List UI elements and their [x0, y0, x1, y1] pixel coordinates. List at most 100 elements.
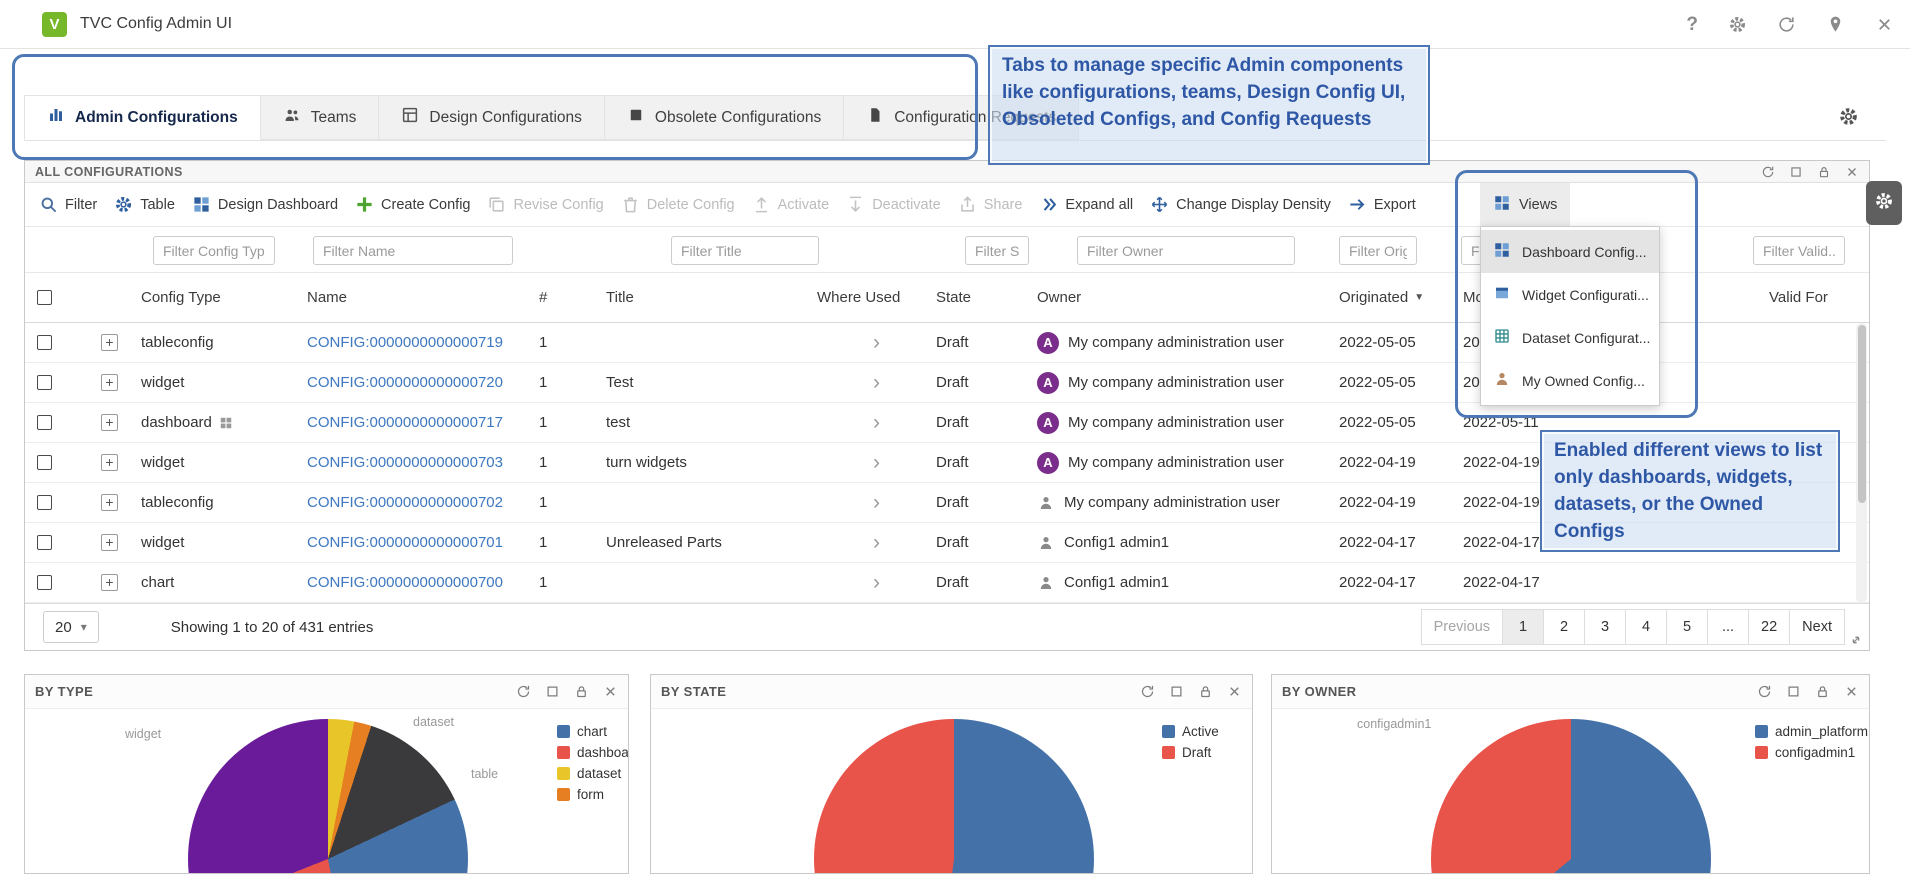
expand-row-icon[interactable]: + — [101, 454, 118, 471]
legend-item[interactable]: Active — [1162, 721, 1219, 742]
maximize-icon[interactable] — [545, 684, 560, 699]
column-name[interactable]: Name — [307, 289, 539, 306]
deactivate-button[interactable]: Deactivate — [846, 195, 941, 214]
close-icon[interactable] — [1845, 165, 1859, 179]
refresh-icon[interactable] — [1140, 684, 1155, 699]
where-used-chevron-icon[interactable]: › — [817, 494, 936, 512]
filter-name-input[interactable] — [313, 236, 513, 265]
design-dashboard-button[interactable]: Design Dashboard — [192, 195, 338, 214]
maximize-icon[interactable] — [1169, 684, 1184, 699]
legend-item[interactable]: form — [557, 784, 628, 805]
previous-page-button[interactable]: Previous — [1421, 609, 1503, 645]
tab-obsolete-configurations[interactable]: Obsolete Configurations — [605, 95, 844, 140]
page-button[interactable]: 5 — [1667, 609, 1708, 645]
activate-button[interactable]: Activate — [752, 195, 830, 214]
legend-item[interactable]: chart — [557, 721, 628, 742]
scrollbar-thumb[interactable] — [1858, 325, 1866, 503]
change-display-density-button[interactable]: Change Display Density — [1150, 195, 1331, 214]
maximize-icon[interactable] — [1789, 165, 1803, 179]
pie-by-state[interactable] — [814, 719, 1094, 873]
table-row[interactable]: + dashboard CONFIG:0000000000000717 1 te… — [25, 403, 1869, 443]
filter-title-input[interactable] — [671, 236, 819, 265]
export-button[interactable]: Export — [1348, 195, 1416, 214]
expand-row-icon[interactable]: + — [101, 334, 118, 351]
table-row[interactable]: + widget CONFIG:0000000000000703 1 turn … — [25, 443, 1869, 483]
create-config-button[interactable]: Create Config — [355, 195, 470, 214]
filter-button[interactable]: Filter — [39, 195, 97, 214]
next-page-button[interactable]: Next — [1790, 609, 1845, 645]
where-used-chevron-icon[interactable]: › — [817, 574, 936, 592]
share-button[interactable]: Share — [958, 195, 1023, 214]
row-checkbox[interactable] — [37, 455, 52, 470]
pie-by-owner[interactable] — [1431, 719, 1711, 873]
select-all-checkbox[interactable] — [37, 290, 52, 305]
expand-row-icon[interactable]: + — [101, 574, 118, 591]
config-name-link[interactable]: CONFIG:0000000000000701 — [307, 534, 503, 551]
column-where-used[interactable]: Where Used — [817, 289, 936, 306]
column-config-type[interactable]: Config Type — [141, 289, 307, 306]
config-name-link[interactable]: CONFIG:0000000000000717 — [307, 414, 503, 431]
refresh-icon[interactable] — [1761, 165, 1775, 179]
page-button[interactable]: 22 — [1749, 609, 1790, 645]
expand-row-icon[interactable]: + — [101, 494, 118, 511]
filter-valid-input[interactable] — [1753, 236, 1845, 265]
config-name-link[interactable]: CONFIG:0000000000000702 — [307, 494, 503, 511]
config-name-link[interactable]: CONFIG:0000000000000720 — [307, 374, 503, 391]
column-originated[interactable]: Originated▼ — [1339, 289, 1463, 306]
column-count[interactable]: # — [539, 289, 606, 306]
filter-originated-input[interactable] — [1339, 236, 1417, 265]
expand-row-icon[interactable]: + — [101, 534, 118, 551]
row-checkbox[interactable] — [37, 415, 52, 430]
row-checkbox[interactable] — [37, 535, 52, 550]
config-name-link[interactable]: CONFIG:0000000000000700 — [307, 574, 503, 591]
refresh-icon[interactable] — [1757, 684, 1772, 699]
menu-item-widget-configurations[interactable]: Widget Configurati... — [1481, 273, 1659, 316]
tab-teams[interactable]: Teams — [261, 95, 380, 140]
column-state[interactable]: State — [936, 289, 1037, 306]
row-checkbox[interactable] — [37, 575, 52, 590]
close-icon[interactable] — [1844, 684, 1859, 699]
revise-config-button[interactable]: Revise Config — [487, 195, 603, 214]
row-checkbox[interactable] — [37, 375, 52, 390]
page-size-select[interactable]: 20 ▾ — [43, 611, 99, 643]
lock-icon[interactable] — [1198, 684, 1213, 699]
row-checkbox[interactable] — [37, 335, 52, 350]
refresh-icon[interactable] — [516, 684, 531, 699]
where-used-chevron-icon[interactable]: › — [817, 334, 936, 352]
close-icon[interactable] — [1875, 15, 1894, 34]
legend-item[interactable]: Draft — [1162, 742, 1219, 763]
help-icon[interactable]: ? — [1686, 14, 1698, 36]
legend-item[interactable]: dataset — [557, 763, 628, 784]
column-title[interactable]: Title — [606, 289, 817, 306]
filter-config-type-input[interactable] — [153, 236, 275, 265]
where-used-chevron-icon[interactable]: › — [817, 454, 936, 472]
page-button[interactable]: 2 — [1544, 609, 1585, 645]
expand-row-icon[interactable]: + — [101, 414, 118, 431]
lock-icon[interactable] — [1817, 165, 1831, 179]
maximize-icon[interactable] — [1786, 684, 1801, 699]
resize-handle-icon[interactable] — [1848, 632, 1864, 648]
expand-row-icon[interactable]: + — [101, 374, 118, 391]
where-used-chevron-icon[interactable]: › — [817, 414, 936, 432]
lock-icon[interactable] — [1815, 684, 1830, 699]
page-settings-gear-icon[interactable] — [1838, 106, 1859, 132]
filter-owner-input[interactable] — [1077, 236, 1295, 265]
delete-config-button[interactable]: Delete Config — [621, 195, 735, 214]
pie-by-type[interactable] — [188, 719, 468, 873]
tab-design-configurations[interactable]: Design Configurations — [379, 95, 605, 140]
vertical-scrollbar[interactable] — [1856, 323, 1867, 603]
menu-item-dashboard-configurations[interactable]: Dashboard Config... — [1481, 230, 1659, 273]
page-button[interactable]: 3 — [1585, 609, 1626, 645]
close-icon[interactable] — [1227, 684, 1242, 699]
lock-icon[interactable] — [574, 684, 589, 699]
table-row[interactable]: + chart CONFIG:0000000000000700 1 › Draf… — [25, 563, 1869, 603]
filter-state-input[interactable] — [965, 236, 1029, 265]
settings-flyout-tab[interactable] — [1866, 181, 1902, 225]
legend-item[interactable]: dashboard — [557, 742, 628, 763]
config-name-link[interactable]: CONFIG:0000000000000719 — [307, 334, 503, 351]
close-icon[interactable] — [603, 684, 618, 699]
table-row[interactable]: + widget CONFIG:0000000000000701 1 Unrel… — [25, 523, 1869, 563]
legend-item[interactable]: admin_platform — [1755, 721, 1868, 742]
refresh-icon[interactable] — [1777, 15, 1796, 34]
where-used-chevron-icon[interactable]: › — [817, 534, 936, 552]
